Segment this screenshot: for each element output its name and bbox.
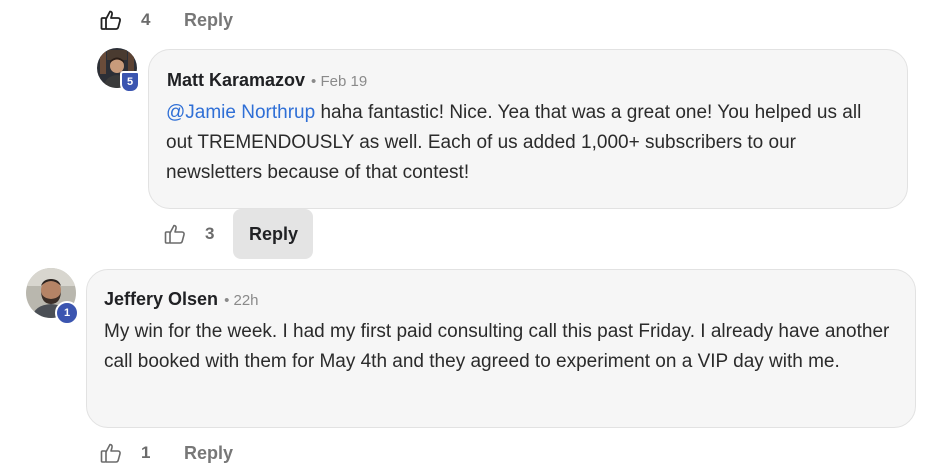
comment-header: Matt Karamazov • Feb 19: [167, 70, 367, 91]
comment-bubble: Matt Karamazov • Feb 19 @Jamie Northrup …: [148, 49, 908, 209]
thumbs-up-icon[interactable]: [99, 8, 123, 32]
like-count: 3: [205, 224, 215, 243]
like-count: 1: [141, 443, 151, 462]
comment-header: Jeffery Olsen • 22h: [104, 289, 259, 310]
thumbs-up-icon[interactable]: [163, 222, 187, 246]
timestamp[interactable]: • Feb 19: [311, 73, 367, 90]
level-badge: 5: [120, 71, 140, 93]
top-action-row: 4 Reply: [99, 6, 238, 34]
mention-link[interactable]: @Jamie Northrup: [166, 102, 315, 123]
comment-text: @Jamie Northrup haha fantastic! Nice. Ye…: [166, 98, 878, 188]
reply-button[interactable]: Reply: [233, 209, 314, 259]
thumbs-up-icon[interactable]: [99, 441, 123, 465]
comment-actions: 1 Reply: [99, 439, 238, 467]
author-name[interactable]: Matt Karamazov: [167, 70, 305, 91]
comment-body: My win for the week. I had my first paid…: [104, 321, 890, 372]
level-badge: 1: [55, 301, 79, 325]
reply-button[interactable]: Reply: [178, 439, 238, 467]
like-count: 4: [141, 10, 151, 29]
reply-button[interactable]: Reply: [178, 6, 238, 34]
comment-actions: 3 Reply: [163, 209, 314, 259]
comment-bubble: Jeffery Olsen • 22h My win for the week.…: [86, 269, 916, 428]
timestamp[interactable]: • 22h: [224, 292, 258, 309]
author-name[interactable]: Jeffery Olsen: [104, 289, 218, 310]
